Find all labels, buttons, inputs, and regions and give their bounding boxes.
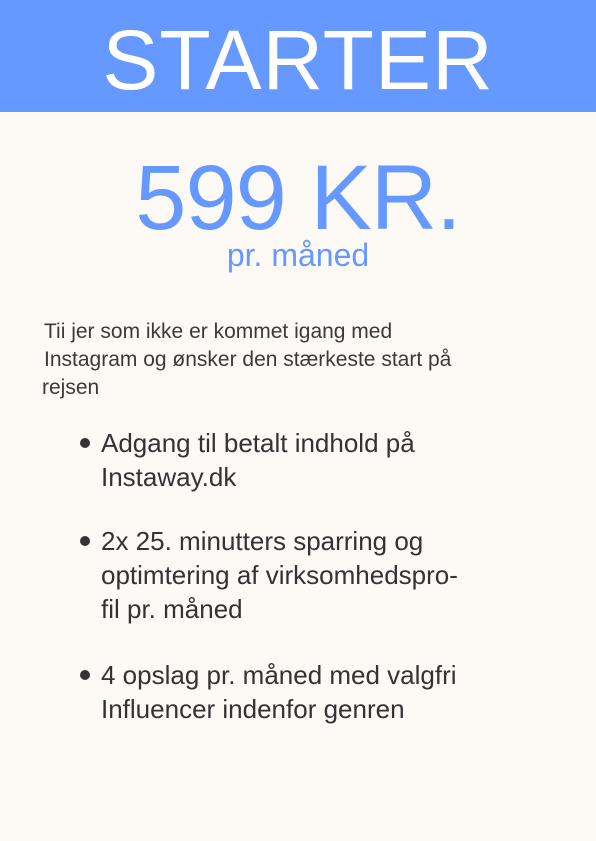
bullet-icon [80,438,90,448]
feature-item: Adgang til betalt indhold på Instaway.dk [80,426,540,494]
bullet-icon [80,670,90,680]
feature-line: 4 opslag pr. måned med valgfri [101,660,457,690]
feature-line: Adgang til betalt indhold på [101,428,415,458]
feature-list: Adgang til betalt indhold på Instaway.dk… [0,0,596,841]
feature-line: Influencer indenfor genren [101,694,405,724]
feature-line: Instaway.dk [101,462,237,492]
feature-item: 2x 25. minutters sparring og optimtering… [80,524,540,626]
feature-item: 4 opslag pr. måned med valgfri Influence… [80,658,540,726]
bullet-icon [80,536,90,546]
feature-line: 2x 25. minutters sparring og [101,526,424,556]
feature-line: optimtering af virksomhedspro- [101,560,458,590]
feature-line: fil pr. måned [101,594,243,624]
